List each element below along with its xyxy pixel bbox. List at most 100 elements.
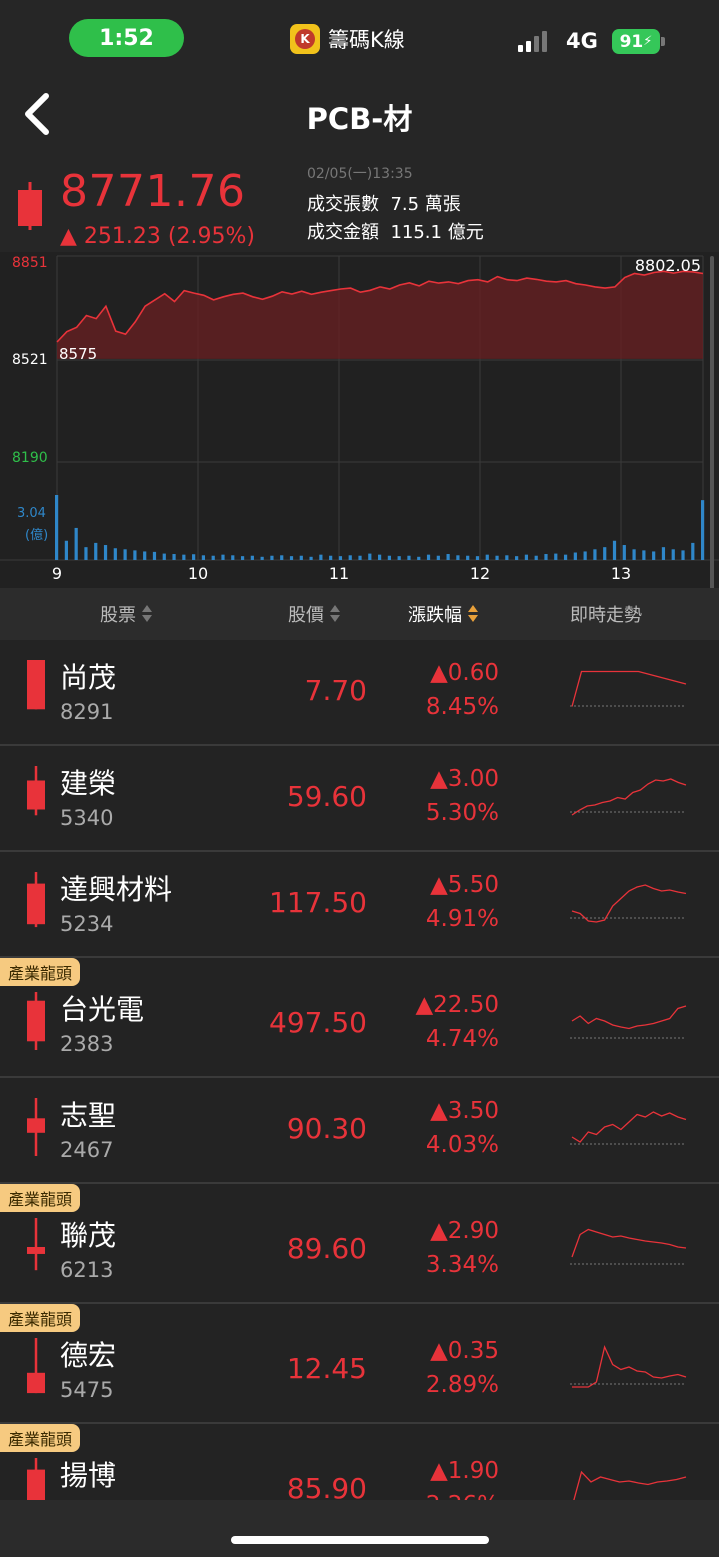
volume-bar [123, 549, 127, 560]
volume-bar [622, 545, 626, 560]
app-logo-icon: K [290, 24, 320, 54]
x-tick: 11 [328, 564, 350, 583]
index-price: 8771.76 [60, 166, 246, 217]
industry-leader-badge: 產業龍頭 [0, 1304, 81, 1332]
volume-bar [319, 554, 323, 560]
stock-name: 志聖 [60, 1099, 117, 1132]
volume-bar [515, 556, 519, 560]
candle-body [27, 660, 45, 710]
volume-bar [143, 551, 147, 560]
volume-bar [329, 555, 333, 560]
volume-bar [309, 556, 313, 560]
y-ref-label: 8521 [12, 352, 48, 368]
volume-bar [201, 555, 206, 560]
sparkline-line [571, 1005, 687, 1030]
column-trend[interactable]: 即時走勢 [570, 601, 642, 627]
volume-unit-label: (億) [25, 528, 49, 543]
volume-bar [661, 547, 666, 560]
stock-row[interactable]: 志聖 2467 90.30 ▲3.50 4.03% [0, 1078, 719, 1184]
price-change: ▲3.00 [430, 766, 499, 792]
volume-bar [182, 554, 186, 560]
volume-bar [162, 553, 166, 560]
volume-bar [113, 548, 117, 560]
change-percent: 5.30% [425, 800, 499, 826]
volume-bar [612, 540, 617, 560]
candle-body [27, 1469, 45, 1500]
volume-bar [240, 556, 245, 560]
volume-bar [338, 556, 343, 560]
industry-leader-badge: 產業龍頭 [0, 958, 81, 986]
app-name: 籌碼K線 [328, 28, 405, 52]
column-price[interactable]: 股價 [288, 601, 341, 627]
quote-datetime: 02/05(一)13:35 [307, 166, 413, 182]
battery-icon: 91 ⚡ [612, 29, 660, 54]
last-value-label: 8802.05 [634, 256, 701, 275]
volume-bar [64, 540, 68, 560]
stock-row[interactable]: 尚茂 8291 7.70 ▲0.60 8.45% [0, 640, 719, 746]
volume-bar [94, 542, 98, 560]
stock-row[interactable]: 產業龍頭 聯茂 6213 89.60 ▲2.90 3.34% [0, 1184, 719, 1304]
sparkline-line [571, 1228, 687, 1258]
sparkline-chart [570, 884, 687, 923]
change-percent: 4.91% [425, 906, 499, 932]
volume-bar [103, 545, 108, 560]
cellular-signal-icon [518, 30, 547, 52]
change-percent: 4.03% [425, 1132, 499, 1158]
intraday-chart[interactable]: 8851 8521 8575 8802.05 8190 3.04 (億) 9 1… [0, 252, 719, 588]
volume-bar [368, 553, 372, 560]
candle-body [27, 1247, 45, 1254]
stock-list[interactable]: 尚茂 8291 7.70 ▲0.60 8.45% 建榮 5340 59.60 ▲3.00 5.30… [0, 640, 719, 1500]
sparkline-line [573, 1470, 687, 1500]
volume-bar [681, 550, 685, 560]
stock-code: 2467 [60, 1138, 114, 1162]
volume-bar [583, 551, 587, 560]
price-change: ▲5.50 [430, 872, 499, 898]
volume-bar [221, 554, 225, 560]
x-tick: 9 [51, 564, 63, 583]
sparkline-line [571, 778, 687, 816]
volume-bar [573, 552, 577, 560]
stock-name: 尚茂 [60, 661, 117, 694]
volume-bar [84, 547, 88, 560]
volume-bar [436, 555, 440, 560]
candlestick-icon [27, 872, 45, 928]
change-percent: 8.45% [425, 694, 499, 720]
price-change: ▲0.60 [430, 660, 499, 686]
stock-row[interactable]: 達興材料 5234 117.50 ▲5.50 4.91% [0, 852, 719, 958]
stock-price: 12.45 [286, 1352, 367, 1385]
column-change-pct[interactable]: 漲跌幅 [408, 601, 479, 627]
stock-name: 台光電 [60, 993, 145, 1026]
stock-row[interactable]: 產業龍頭 德宏 5475 12.45 ▲0.35 2.89% [0, 1304, 719, 1424]
home-indicator[interactable] [231, 1536, 489, 1544]
stock-row[interactable]: 產業龍頭 台光電 2383 497.50 ▲22.50 4.74% [0, 958, 719, 1078]
amount-info: 成交金額 115.1 億元 [307, 222, 484, 243]
volume-bar [250, 555, 254, 560]
page-title: PCB-材 [306, 102, 413, 136]
volume-bar [407, 555, 411, 560]
industry-leader-badge: 產業龍頭 [0, 1424, 81, 1452]
sort-icon [329, 604, 341, 624]
volume-bar [192, 554, 196, 560]
candlestick-icon [27, 1458, 45, 1500]
volume-bar [485, 554, 489, 560]
volume-bar [74, 527, 78, 560]
status-time[interactable]: 1:52 [69, 19, 184, 57]
stock-row[interactable]: 產業龍頭揚博 85.90 ▲1.90 2.26% [0, 1424, 719, 1500]
app-indicator[interactable]: K 籌碼K線 [290, 24, 405, 54]
candlestick-icon [27, 1218, 45, 1271]
column-stock[interactable]: 股票 [100, 601, 153, 627]
candle-body [27, 883, 45, 925]
stock-row[interactable]: 建榮 5340 59.60 ▲3.00 5.30% [0, 746, 719, 852]
volume-bar [426, 554, 431, 560]
sparkline-line [571, 884, 687, 923]
volume-bar [691, 542, 695, 560]
open-label: 8575 [59, 345, 98, 363]
price-change: ▲22.50 [415, 992, 499, 1018]
volume-bar [563, 554, 568, 560]
candle-body [27, 1372, 45, 1394]
stock-name: 聯茂 [60, 1219, 117, 1252]
candlestick-icon [27, 660, 45, 710]
volume-bar [524, 554, 529, 560]
volume-bar [299, 555, 303, 560]
sort-active-icon [467, 604, 479, 624]
